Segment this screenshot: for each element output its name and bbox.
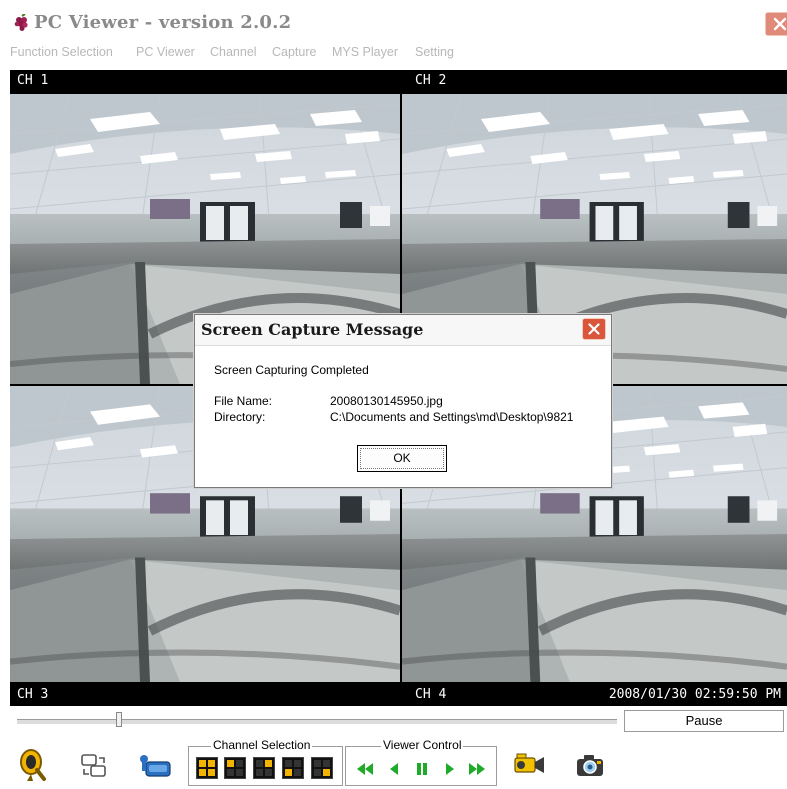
window-close-button[interactable] (765, 12, 787, 36)
menu-bar: Function Selection PC Viewer Channel Cap… (10, 42, 787, 64)
fast-forward-icon[interactable] (466, 760, 488, 778)
dialog-message: Screen Capturing Completed (214, 363, 369, 377)
fast-rewind-icon[interactable] (354, 760, 376, 778)
rewind-icon[interactable] (384, 760, 406, 778)
single-ch3-icon[interactable] (282, 757, 304, 779)
dialog-title-bar: Screen Capture Message (195, 315, 611, 346)
close-icon (588, 323, 600, 335)
ch4-header: CH 4 2008/01/30 02:59:50 PM (402, 684, 787, 706)
quad-layout-icon[interactable] (196, 757, 218, 779)
play-icon[interactable] (438, 760, 460, 778)
info-icon[interactable] (137, 754, 171, 782)
dialog-close-button[interactable] (582, 318, 606, 340)
ok-button[interactable]: OK (357, 445, 447, 472)
playback-slider-track[interactable] (17, 719, 617, 725)
ch3-header: CH 3 (10, 684, 400, 706)
title-bar: PC Viewer - version 2.0.2 (10, 8, 787, 38)
snapshot-camera-icon[interactable] (575, 751, 605, 783)
ch2-header: CH 2 (402, 70, 787, 92)
screen-capture-dialog: Screen Capture Message Screen Capturing … (194, 314, 612, 488)
record-icon[interactable] (513, 752, 549, 782)
playback-status[interactable]: Pause (624, 710, 784, 732)
pause-icon[interactable] (411, 760, 433, 778)
ch2-label: CH 2 (415, 73, 447, 88)
timestamp: 2008/01/30 02:59:50 PM (608, 687, 781, 702)
close-icon (773, 17, 787, 31)
single-ch4-icon[interactable] (311, 757, 333, 779)
menu-setting[interactable]: Setting (415, 45, 454, 59)
channel-selection-label: Channel Selection (211, 738, 313, 752)
ch4-label: CH 4 (415, 687, 447, 702)
swap-windows-icon[interactable] (80, 752, 108, 784)
window-title: PC Viewer - version 2.0.2 (34, 12, 292, 33)
directory-value: C:\Documents and Settings\md\Desktop\982… (330, 410, 574, 424)
menu-capture[interactable]: Capture (272, 45, 316, 59)
search-icon[interactable] (17, 748, 47, 786)
directory-label: Directory: (214, 410, 266, 424)
grape-cluster-icon (14, 13, 30, 32)
ch1-label: CH 1 (17, 73, 49, 88)
viewer-control-label: Viewer Control (381, 738, 464, 752)
file-name-value: 20080130145950.jpg (330, 394, 443, 408)
playback-slider-thumb[interactable] (116, 712, 122, 727)
ch3-label: CH 3 (17, 687, 49, 702)
single-ch1-icon[interactable] (224, 757, 246, 779)
ch1-header: CH 1 (10, 70, 400, 92)
file-name-label: File Name: (214, 394, 273, 408)
menu-function-selection[interactable]: Function Selection (10, 45, 113, 59)
dialog-title: Screen Capture Message (201, 320, 424, 339)
menu-pc-viewer[interactable]: PC Viewer (136, 45, 195, 59)
menu-channel[interactable]: Channel (210, 45, 257, 59)
single-ch2-icon[interactable] (253, 757, 275, 779)
menu-mys-player[interactable]: MYS Player (332, 45, 398, 59)
